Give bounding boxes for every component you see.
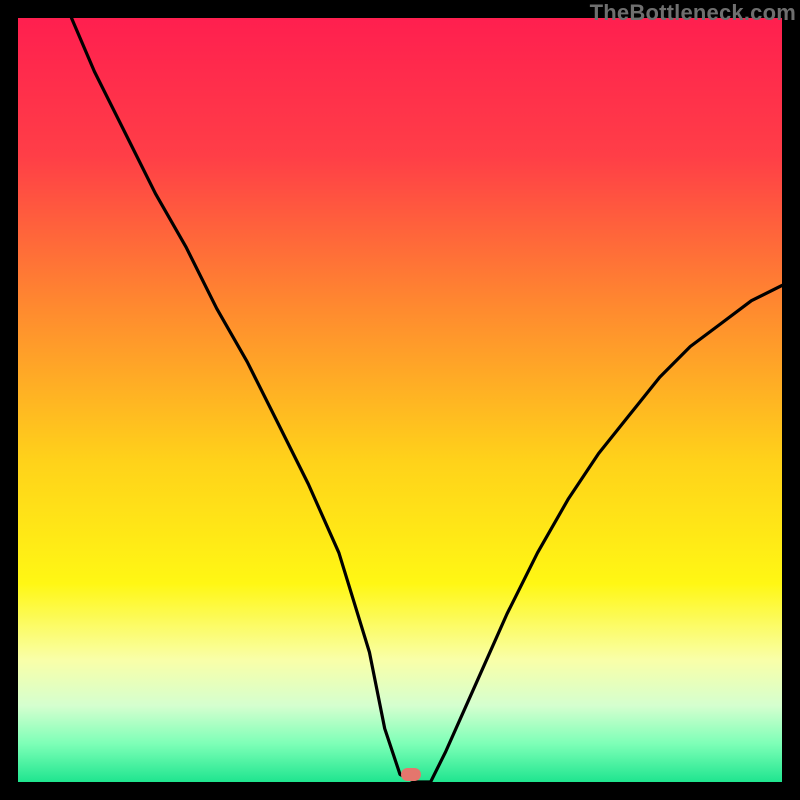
plot-area xyxy=(18,18,782,782)
heat-gradient-background xyxy=(18,18,782,782)
chart-frame: TheBottleneck.com xyxy=(0,0,800,800)
